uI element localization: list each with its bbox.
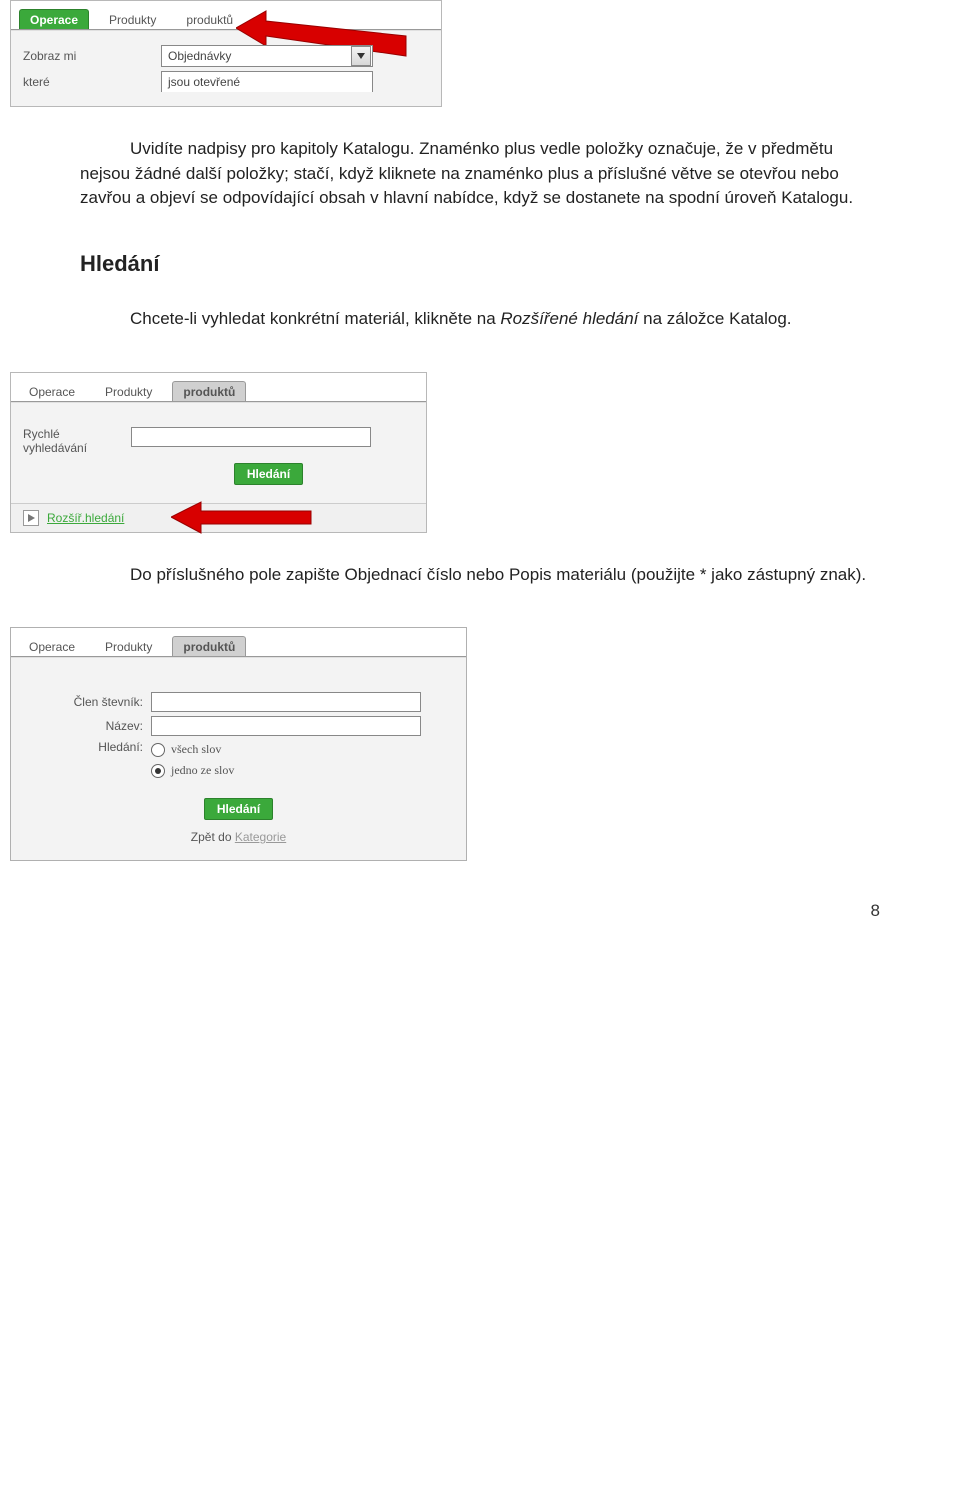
chevron-down-icon[interactable] (351, 46, 371, 66)
radio-one-word[interactable] (151, 764, 165, 778)
label-nazev: Název: (23, 719, 151, 733)
dropdown-ktere[interactable]: jsou otevřené (161, 71, 373, 92)
tab-produktu[interactable]: produktů (172, 381, 246, 401)
screenshot-advanced-search: Operace Produkty produktů Člen števník: … (10, 627, 467, 861)
advanced-search-link[interactable]: Rozšíř.hledání (47, 511, 124, 525)
tab-produkty[interactable]: Produkty (95, 382, 162, 401)
tab-bar: Operace Produkty produktů (11, 1, 441, 30)
search-button[interactable]: Hledání (204, 798, 273, 820)
dropdown-value: jsou otevřené (162, 75, 372, 89)
screenshot-quick-search: Operace Produkty produktů Rychlé vyhledá… (10, 372, 427, 533)
tab-produkty[interactable]: Produkty (99, 10, 166, 29)
screenshot-orders-filter: Operace Produkty produktů Zobraz mi Obje… (10, 0, 442, 107)
tab-bar: Operace Produkty produktů (11, 628, 466, 657)
back-to-category: Zpět do Kategorie (23, 824, 454, 850)
quicksearch-form: Rychlé vyhledávání Hledání (11, 402, 426, 503)
heading-hledani: Hledání (80, 251, 880, 277)
paragraph-hledani-intro: Chcete-li vyhledat konkrétní materiál, k… (80, 307, 880, 332)
label-zobraz-mi: Zobraz mi (23, 49, 161, 63)
red-arrow-icon (171, 500, 321, 535)
label-hledani-mode: Hledání: (23, 740, 151, 754)
search-button[interactable]: Hledání (234, 463, 303, 485)
tab-produkty[interactable]: Produkty (95, 637, 162, 656)
dropdown-zobraz-mi[interactable]: Objednávky (161, 45, 373, 67)
advanced-search-row: Rozšíř.hledání (11, 503, 426, 532)
quick-search-input[interactable] (131, 427, 371, 447)
advanced-search-form: Člen števník: Název: Hledání: všech slov… (11, 657, 466, 860)
dropdown-value: Objednávky (162, 49, 350, 63)
label-clen-stevnik: Člen števník: (23, 695, 151, 709)
category-link[interactable]: Kategorie (235, 830, 286, 844)
tab-operace[interactable]: Operace (19, 9, 89, 29)
label-rychle-vyhledavani: Rychlé vyhledávání (23, 427, 131, 455)
label-ktere: které (23, 75, 161, 89)
radio-label-one-word: jedno ze slov (171, 763, 234, 778)
member-input[interactable] (151, 692, 421, 712)
radio-label-all-words: všech slov (171, 742, 221, 757)
tab-bar: Operace Produkty produktů (11, 373, 426, 402)
paragraph-katalog-explanation: Uvidíte nadpisy pro kapitoly Katalogu. Z… (80, 137, 880, 211)
page-number: 8 (0, 901, 880, 921)
tab-operace[interactable]: Operace (19, 382, 85, 401)
tab-operace[interactable]: Operace (19, 637, 85, 656)
radio-all-words[interactable] (151, 743, 165, 757)
tab-produktu[interactable]: produktů (172, 636, 246, 656)
expand-icon[interactable] (23, 510, 39, 526)
tab-produktu[interactable]: produktů (176, 10, 243, 29)
name-input[interactable] (151, 716, 421, 736)
paragraph-search-fields: Do příslušného pole zapište Objednací čí… (80, 563, 880, 588)
